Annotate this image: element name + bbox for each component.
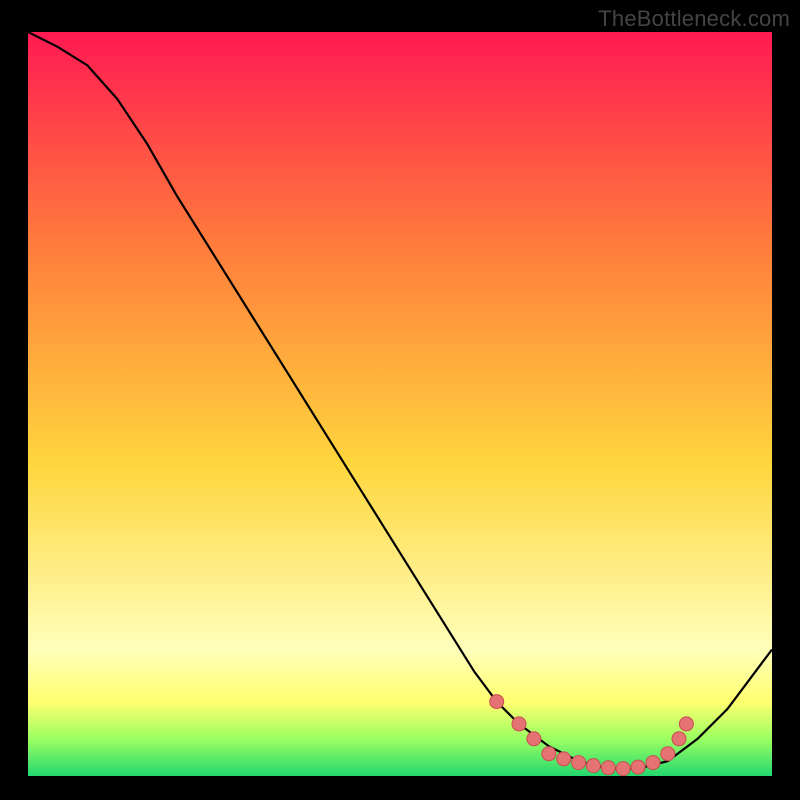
data-point	[631, 760, 645, 774]
data-point	[542, 747, 556, 761]
data-point	[646, 756, 660, 770]
data-point	[490, 695, 504, 709]
chart-container: { "watermark": "TheBottleneck.com", "col…	[0, 0, 800, 800]
data-point	[679, 717, 693, 731]
chart-svg	[28, 32, 772, 776]
gradient-background	[28, 32, 772, 776]
data-point	[512, 717, 526, 731]
data-point	[616, 762, 630, 776]
data-point	[672, 732, 686, 746]
data-point	[586, 759, 600, 773]
data-point	[601, 761, 615, 775]
data-point	[661, 747, 675, 761]
data-point	[572, 756, 586, 770]
data-point	[527, 732, 541, 746]
data-point	[557, 752, 571, 766]
plot-area	[28, 32, 772, 776]
watermark-text: TheBottleneck.com	[598, 6, 790, 32]
